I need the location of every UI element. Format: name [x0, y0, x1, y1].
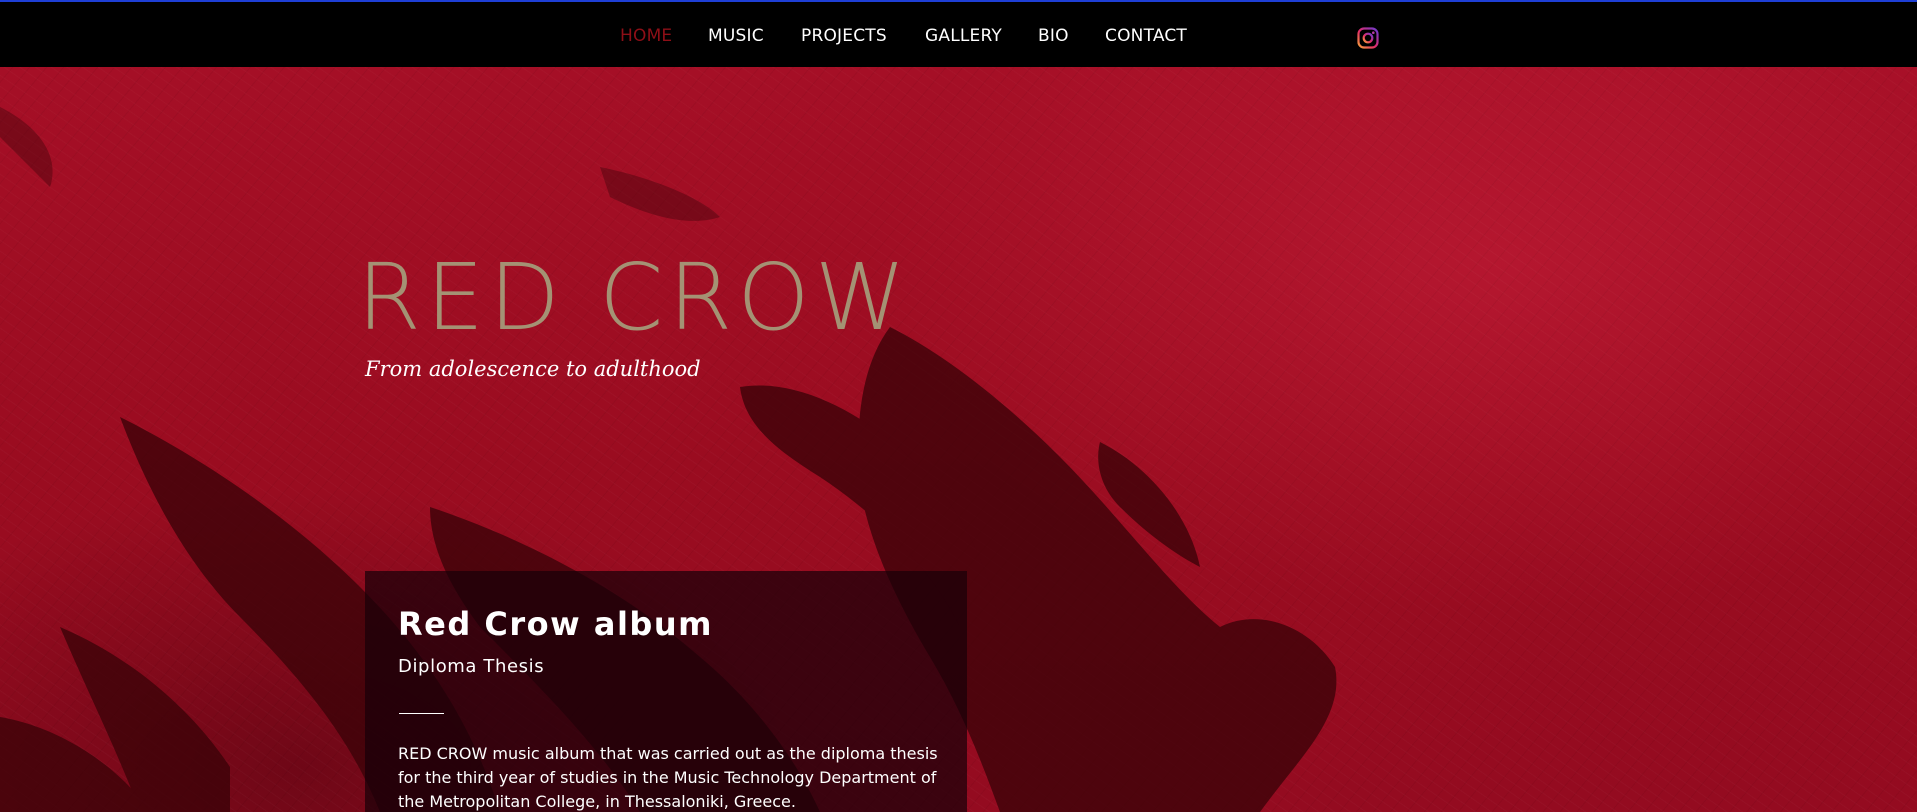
- card-title: Red Crow album: [398, 605, 713, 643]
- nav-home[interactable]: HOME: [620, 26, 672, 46]
- nav-gallery[interactable]: GALLERY: [925, 26, 1002, 46]
- nav-projects[interactable]: PROJECTS: [801, 26, 887, 46]
- card-subtitle: Diploma Thesis: [398, 656, 545, 677]
- site-navigation: HOME MUSIC PROJECTS GALLERY BIO CONTACT: [0, 2, 1917, 67]
- hero-title: RED CROW: [357, 244, 911, 351]
- nav-music[interactable]: MUSIC: [708, 26, 764, 46]
- album-info-card: Red Crow album Diploma Thesis RED CROW m…: [365, 571, 967, 812]
- hero-section: RED CROW From adolescence to adulthood R…: [0, 67, 1917, 812]
- hero-subtitle: From adolescence to adulthood: [365, 357, 701, 381]
- card-divider: [399, 713, 444, 714]
- nav-contact[interactable]: CONTACT: [1105, 26, 1187, 46]
- nav-bio[interactable]: BIO: [1038, 26, 1069, 46]
- instagram-icon[interactable]: [1357, 27, 1379, 49]
- card-description: RED CROW music album that was carried ou…: [398, 744, 938, 811]
